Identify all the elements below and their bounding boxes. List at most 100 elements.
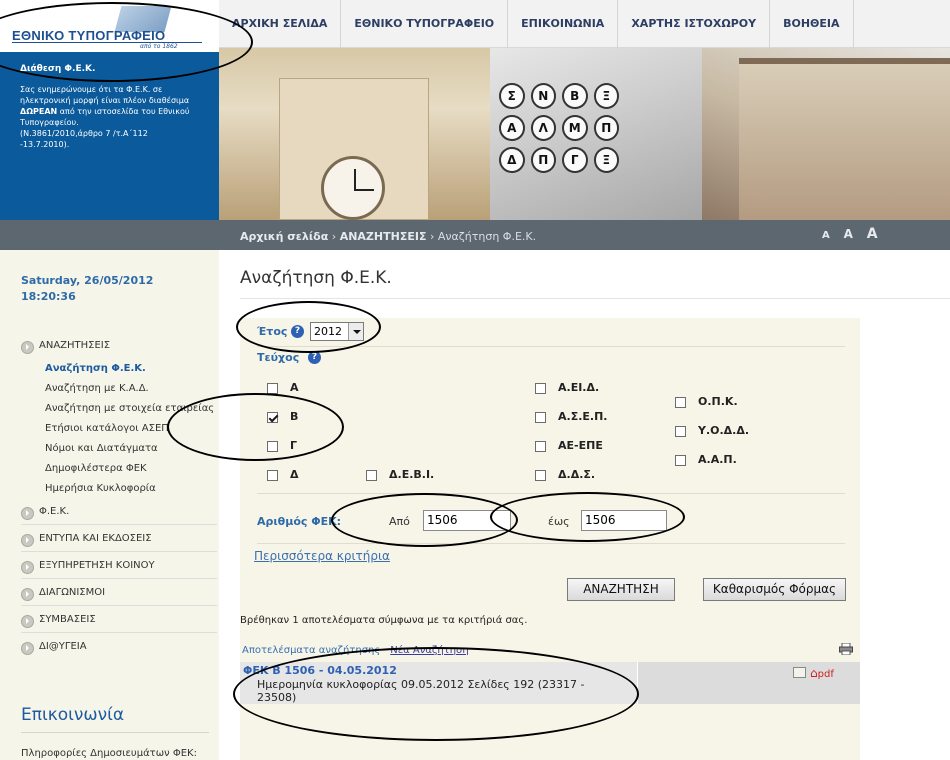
- pdf-icon[interactable]: ⌂pdf: [810, 666, 834, 680]
- annotation-ellipse: [236, 301, 381, 353]
- issue-checkbox-ae-epe[interactable]: ΑΕ-ΕΠΕ: [535, 439, 603, 452]
- fek-number-label: Αριθμός ΦΕΚ:: [257, 515, 342, 528]
- font-size-small-button[interactable]: A: [822, 230, 830, 241]
- typewriter-key: Α: [499, 115, 525, 141]
- clock-hand-hour: [354, 169, 356, 191]
- font-size-controls: A A A: [822, 226, 888, 242]
- typewriter-key: Β: [562, 83, 588, 109]
- breadcrumb-separator: ›: [331, 230, 337, 243]
- side-menu-searches[interactable]: ΑΝΑΖΗΤΗΣΕΙΣ: [21, 334, 217, 358]
- issue-checkbox-debi[interactable]: Δ.Ε.Β.Ι.: [366, 468, 434, 481]
- contact-heading: Επικοινωνία: [21, 705, 125, 725]
- checkbox[interactable]: [535, 469, 546, 481]
- page-root: { "logo": { "text": "ΕΘΝΙΚΟ ΤΥΠΟΓΡΑΦΕΙΟ"…: [0, 0, 950, 760]
- font-size-large-button[interactable]: A: [867, 226, 878, 242]
- typewriter-key: Ξ: [593, 83, 619, 109]
- clock-hand-minute: [354, 189, 374, 191]
- breadcrumb: Αρχική σελίδα › ΑΝΑΖΗΤΗΣΕΙΣ › Αναζήτηση …: [240, 230, 536, 243]
- checkbox[interactable]: [267, 469, 278, 481]
- notice-text: Σας ενημερώνουμε ότι τα Φ.Ε.Κ. σε ηλεκτρ…: [20, 84, 199, 150]
- breadcrumb-home[interactable]: Αρχική σελίδα: [240, 230, 328, 243]
- checkbox-label: Α.Α.Π.: [698, 453, 737, 466]
- checkbox[interactable]: [675, 425, 686, 437]
- typewriter-key: Π: [593, 115, 619, 141]
- typewriter-key: Δ: [499, 147, 525, 173]
- issue-checkbox-a[interactable]: Α: [267, 381, 299, 394]
- typewriter-key: Σ: [499, 83, 525, 109]
- contact-info: Πληροφορίες Δημοσιευμάτων ΦΕΚ:: [21, 748, 197, 759]
- side-submenu-kad-search[interactable]: Αναζήτηση με Κ.Α.Δ.: [21, 380, 217, 397]
- breadcrumb-section[interactable]: ΑΝΑΖΗΤΗΣΕΙΣ: [340, 230, 427, 243]
- nav-contact[interactable]: ΕΠΙΚΟΙΝΩΝΙΑ: [508, 0, 619, 48]
- checkbox[interactable]: [675, 454, 686, 466]
- checkbox-label: Δ: [290, 468, 299, 481]
- nav-sitemap[interactable]: ΧΑΡΤΗΣ ΙΣΤΟΧΩΡΟΥ: [618, 0, 771, 48]
- clear-form-button[interactable]: Καθαρισμός Φόρμας: [703, 578, 846, 601]
- nav-national-printing-office[interactable]: ΕΘΝΙΚΟ ΤΥΠΟΓΡΑΦΕΙΟ: [341, 0, 509, 48]
- issue-checkbox-yodd[interactable]: Υ.Ο.Δ.Δ.: [675, 424, 749, 437]
- checkbox[interactable]: [535, 440, 546, 452]
- issue-checkbox-asep[interactable]: Α.Σ.Ε.Π.: [535, 410, 607, 423]
- sidebar: Saturday, 26/05/2012 18:20:36 ΑΝΑΖΗΤΗΣΕΙ…: [0, 250, 219, 760]
- side-submenu-daily[interactable]: Ημερήσια Κυκλοφορία: [21, 480, 217, 497]
- typewriter-key: Ν: [530, 83, 556, 109]
- nav-help[interactable]: ΒΟΗΘΕΙΑ: [770, 0, 854, 48]
- search-button[interactable]: ΑΝΑΖΗΤΗΣΗ: [567, 578, 675, 601]
- banner-building: [739, 58, 950, 220]
- breadcrumb-separator: ›: [429, 230, 435, 243]
- top-navigation: ΑΡΧΙΚΗ ΣΕΛΙΔΑ ΕΘΝΙΚΟ ΤΥΠΟΓΡΑΦΕΙΟ ΕΠΙΚΟΙΝ…: [219, 0, 950, 48]
- issue-checkbox-aeid[interactable]: Α.ΕΙ.Δ.: [535, 381, 599, 394]
- side-menu-tenders[interactable]: ΔΙΑΓΩΝΙΣΜΟΙ: [21, 581, 217, 605]
- divider: [21, 578, 217, 579]
- print-icon[interactable]: [839, 643, 853, 655]
- header-banner: Σ Ν Β Ξ Α Λ Μ Π Δ Π Γ Ξ: [219, 48, 950, 220]
- checkbox-label: ΑΕ-ΕΠΕ: [558, 439, 603, 452]
- annotation-ellipse: [167, 393, 344, 461]
- pdf-label: pdf: [817, 669, 834, 680]
- side-menu: ΑΝΑΖΗΤΗΣΕΙΣ Αναζήτηση Φ.Ε.Κ. Αναζήτηση μ…: [21, 334, 217, 659]
- typewriter-key: Γ: [562, 147, 588, 173]
- checkbox-label: Υ.Ο.Δ.Δ.: [698, 424, 750, 437]
- divider: [21, 605, 217, 606]
- checkbox[interactable]: [535, 382, 546, 394]
- divider: [257, 543, 845, 544]
- more-criteria-link[interactable]: Περισσότερα κριτήρια: [254, 549, 390, 563]
- side-submenu-popular[interactable]: Δημοφιλέστερα ΦΕΚ: [21, 460, 217, 477]
- checkbox[interactable]: [267, 382, 278, 394]
- notice-text-3: (Ν.3861/2010,άρθρο 7 /τ.Α΄112 -13.7.2010…: [20, 129, 148, 149]
- annotation-ellipse: [233, 647, 639, 741]
- notice-text-bold: ΔΩΡΕΑΝ: [20, 107, 58, 116]
- font-size-medium-button[interactable]: A: [844, 227, 853, 241]
- checkbox[interactable]: [366, 469, 377, 481]
- issue-label: Τεύχος: [257, 351, 300, 364]
- typewriter-keys: Σ Ν Β Ξ Α Λ Μ Π Δ Π Γ Ξ: [499, 83, 619, 173]
- side-menu-fek[interactable]: Φ.Ε.Κ.: [21, 500, 217, 524]
- document-icon[interactable]: [793, 667, 806, 678]
- issue-checkbox-opk[interactable]: Ο.Π.Κ.: [675, 395, 738, 408]
- issue-checkbox-aap[interactable]: Α.Α.Π.: [675, 453, 737, 466]
- annotation-ellipse: [490, 492, 685, 542]
- checkbox[interactable]: [535, 411, 546, 423]
- results-message: Βρέθηκαν 1 αποτελέσματα σύμφωνα με τα κρ…: [240, 615, 528, 626]
- checkbox-label: Α: [290, 381, 299, 394]
- side-submenu-fek-search[interactable]: Αναζήτηση Φ.Ε.Κ.: [21, 360, 217, 377]
- issue-checkbox-dds[interactable]: Δ.Δ.Σ.: [535, 468, 595, 481]
- side-menu-public-service[interactable]: ΕΞΥΠΗΡΕΤΗΣΗ ΚΟΙΝΟΥ: [21, 554, 217, 578]
- side-menu-diavgeia[interactable]: ΔΙ@ΥΓΕΙΑ: [21, 635, 217, 659]
- page-title: Αναζήτηση Φ.Ε.Κ.: [240, 268, 392, 288]
- side-menu-contracts[interactable]: ΣΥΜΒΑΣΕΙΣ: [21, 608, 217, 632]
- divider: [21, 551, 217, 552]
- checkbox-label: Δ.Ε.Β.Ι.: [389, 468, 435, 481]
- current-time: 18:20:36: [21, 290, 76, 303]
- checkbox-label: Δ.Δ.Σ.: [558, 468, 596, 481]
- checkbox-label: Ο.Π.Κ.: [698, 395, 738, 408]
- side-menu-forms[interactable]: ΕΝΤΥΠΑ ΚΑΙ ΕΚΔΟΣΕΙΣ: [21, 527, 217, 551]
- checkbox[interactable]: [675, 396, 686, 408]
- divider: [21, 732, 209, 733]
- typewriter-key: Λ: [530, 115, 556, 141]
- checkbox-label: Α.ΕΙ.Δ.: [558, 381, 600, 394]
- divider: [240, 298, 950, 299]
- divider: [21, 632, 217, 633]
- typewriter-key: Ξ: [593, 147, 619, 173]
- issue-checkbox-d[interactable]: Δ: [267, 468, 299, 481]
